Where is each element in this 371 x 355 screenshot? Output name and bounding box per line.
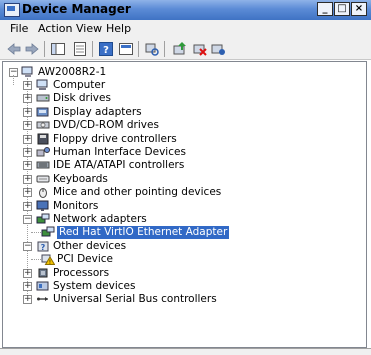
view-icon[interactable]	[118, 41, 134, 57]
tree-item-label: DVD/CD-ROM drives	[53, 119, 159, 131]
root-label: AW2008R2-1	[38, 66, 107, 78]
disk-icon	[36, 94, 50, 102]
network-icon	[36, 213, 50, 224]
console-tree-icon[interactable]	[50, 41, 66, 57]
other-devices-icon: ?	[37, 241, 49, 252]
scan-hardware-icon[interactable]	[144, 41, 160, 57]
mouse-icon	[39, 188, 47, 198]
expand-expander[interactable]: +	[23, 161, 32, 170]
usb-icon	[37, 297, 48, 301]
minimize-button[interactable]: _	[317, 2, 333, 16]
menu-file[interactable]: File	[10, 22, 28, 35]
title-bar[interactable]: Device Manager _ □ ×	[0, 0, 371, 20]
tree-item-label: Keyboards	[53, 173, 108, 185]
svg-text:!: !	[49, 259, 51, 265]
network-adapter-icon	[41, 226, 55, 237]
tree-item-label: Monitors	[53, 200, 99, 212]
expand-expander[interactable]: +	[23, 148, 32, 157]
hid-icon	[36, 147, 50, 157]
tree-item-label: IDE ATA/ATAPI controllers	[53, 159, 185, 171]
expand-expander[interactable]: +	[23, 202, 32, 211]
menu-view[interactable]: View	[76, 22, 102, 35]
tree-item-label: Mice and other pointing devices	[53, 186, 222, 198]
warning-device-icon: !	[41, 254, 55, 265]
tree-item-label: PCI Device	[57, 253, 114, 265]
tree-item-label: Human Interface Devices	[53, 146, 186, 158]
svg-text:?: ?	[103, 45, 109, 56]
properties-pane-icon[interactable]	[72, 41, 88, 57]
device-tree[interactable]: − AW2008R2-1 + Computer + Disk drives + Displ…	[2, 61, 367, 348]
computer-icon	[21, 66, 33, 77]
tree-item-label: Computer	[53, 79, 106, 91]
display-icon	[36, 107, 49, 117]
ide-icon	[36, 161, 50, 169]
forward-arrow-icon[interactable]	[24, 41, 40, 57]
svg-text:?: ?	[41, 243, 46, 252]
tree-item-label: Universal Serial Bus controllers	[53, 293, 217, 305]
selected-device-label: Red Hat VirtIO Ethernet Adapter	[57, 226, 230, 239]
status-bar	[0, 348, 371, 355]
collapse-expander[interactable]: −	[23, 215, 32, 224]
enable-device-icon[interactable]	[210, 41, 226, 57]
tree-item-label: Display adapters	[53, 106, 142, 118]
tree-item-label: System devices	[53, 280, 136, 292]
expand-expander[interactable]: +	[23, 94, 32, 103]
expand-expander[interactable]: +	[23, 121, 32, 130]
tree-item-label: Disk drives	[53, 92, 111, 104]
device-manager-icon	[4, 3, 20, 17]
expand-expander[interactable]: +	[23, 282, 32, 291]
menu-help[interactable]: Help	[106, 22, 131, 35]
expand-expander[interactable]: +	[23, 175, 32, 184]
floppy-icon	[37, 133, 49, 145]
processor-icon	[38, 268, 48, 278]
dvd-icon	[36, 121, 50, 129]
tree-item-label: Floppy drive controllers	[53, 133, 177, 145]
toolbar: ?	[0, 38, 371, 60]
expand-expander[interactable]: +	[23, 295, 32, 304]
window-title: Device Manager	[22, 2, 131, 16]
uninstall-icon[interactable]	[192, 41, 208, 57]
system-icon	[36, 281, 49, 291]
close-button[interactable]: ×	[351, 2, 367, 16]
expand-expander[interactable]: +	[23, 81, 32, 90]
menu-action[interactable]: Action	[38, 22, 72, 35]
keyboard-icon	[36, 175, 50, 183]
monitor-icon	[36, 200, 49, 211]
tree-item-label: Other devices	[53, 240, 127, 252]
expand-expander[interactable]: +	[23, 269, 32, 278]
back-arrow-icon[interactable]	[6, 41, 22, 57]
collapse-expander[interactable]: −	[23, 242, 32, 251]
expand-expander[interactable]: +	[23, 135, 32, 144]
expand-expander[interactable]: +	[23, 188, 32, 197]
menu-bar: File Action View Help	[0, 20, 371, 38]
update-driver-icon[interactable]	[172, 41, 188, 57]
help-icon[interactable]: ?	[98, 41, 114, 57]
computer-icon	[36, 79, 48, 90]
tree-item-label: Processors	[53, 267, 110, 279]
tree-item-label: Network adapters	[53, 213, 147, 225]
expand-expander[interactable]: +	[23, 108, 32, 117]
maximize-button[interactable]: □	[334, 2, 350, 16]
